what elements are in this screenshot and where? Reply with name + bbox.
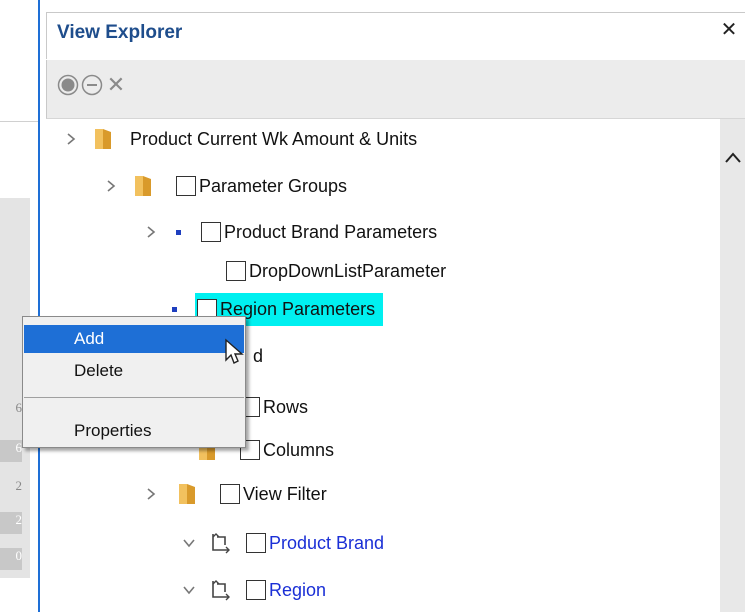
tree-node-label: Product Brand Parameters [224,221,438,242]
folder-icon [179,484,195,504]
tree-node-view-filter[interactable]: View Filter [142,479,327,509]
toolbar: ✕ [46,60,745,119]
pivot-icon [212,533,230,554]
chevron-right-icon[interactable] [142,485,160,503]
background-cell: 6 [0,440,22,462]
tree-node-product-brand-parameters[interactable]: Product Brand Parameters [142,217,437,247]
panel-title: View Explorer [57,22,183,43]
tree-node-label: View Filter [243,483,327,504]
tree-node-region[interactable]: Region [180,575,326,605]
tree-node-link[interactable]: Product Brand [269,533,384,554]
tree-node-checkbox[interactable] [201,222,221,242]
vertical-scrollbar[interactable] [720,119,745,612]
clear-icon[interactable]: ✕ [105,74,127,96]
pivot-icon [212,580,230,601]
background-cell: 6 [15,400,23,415]
tree-node-label: Product Current Wk Amount & Units [130,128,418,149]
tree-node-checkbox[interactable] [226,261,246,281]
background-cell: 2 [0,512,22,534]
tree-node-product-current-wk[interactable]: Product Current Wk Amount & Units [62,124,417,154]
tree-node-label: Columns [263,439,335,460]
divider [0,121,38,122]
tree-node-product-brand[interactable]: Product Brand [180,528,384,558]
tree-node-link[interactable]: Region [269,580,326,601]
menu-item-delete[interactable]: Delete [24,357,244,385]
tree-node-checkbox[interactable] [246,533,266,553]
chevron-right-icon[interactable] [62,130,80,148]
mouse-cursor-icon [225,338,244,364]
dot-icon [172,306,177,312]
context-menu: Add Delete Properties [22,316,246,448]
close-icon[interactable]: ✕ [718,18,740,42]
background-window: 6 6 2 2 0 [0,0,38,612]
tree-node-dropdownlistparameter[interactable]: DropDownListParameter [226,256,446,286]
tree-node-label: d [253,345,264,366]
view-explorer-panel: View Explorer ✕ ✕ Product Current Wk Amo… [40,0,745,612]
menu-item-add[interactable]: Add [24,325,244,353]
background-cell: 0 [0,548,22,570]
chevron-up-icon[interactable] [723,147,743,169]
menu-item-properties[interactable]: Properties [24,417,244,445]
chevron-down-icon[interactable] [180,581,198,599]
dot-icon [176,229,181,235]
background-cell: 2 [15,478,23,493]
tree-node-label: DropDownListParameter [249,260,447,281]
tree-node-label: Parameter Groups [199,175,348,196]
tree-node-checkbox[interactable] [246,580,266,600]
chevron-right-icon[interactable] [142,223,160,241]
tree-node-parameter-groups[interactable]: Parameter Groups [102,171,347,201]
tree-node-rows[interactable]: Rows [240,392,308,422]
record-icon[interactable] [57,74,79,96]
minus-circle-icon[interactable] [81,74,103,96]
folder-icon [135,176,151,196]
tree-node-partial[interactable]: d [250,341,263,371]
chevron-down-icon[interactable] [180,534,198,552]
menu-separator [24,397,244,398]
tree-node-checkbox[interactable] [176,176,196,196]
title-bar: View Explorer ✕ [40,0,745,60]
tree-node-label: Rows [263,396,309,417]
tree-node-checkbox[interactable] [220,484,240,504]
chevron-right-icon[interactable] [102,177,120,195]
folder-icon [95,129,111,149]
